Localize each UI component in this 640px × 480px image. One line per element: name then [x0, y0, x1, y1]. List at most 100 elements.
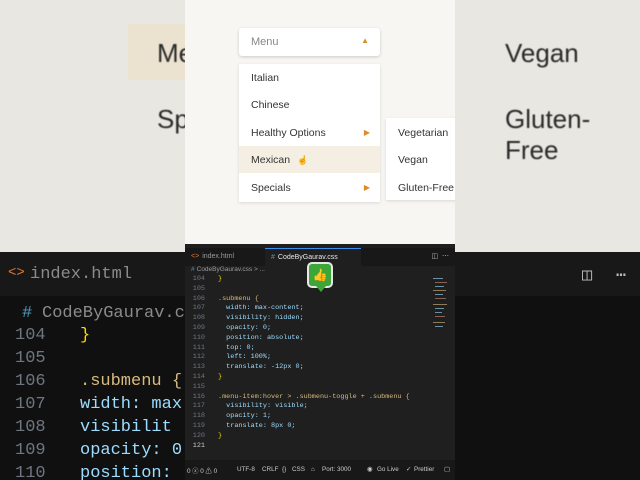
- language-indicator[interactable]: CSS: [292, 466, 305, 473]
- code-text: translate: -12px 0;: [218, 363, 304, 372]
- code-text: .menu-item:hover > .submenu-toggle + .su…: [218, 392, 410, 401]
- tab-actions: ◫ ⋯: [431, 248, 449, 266]
- code-line: 105: [185, 285, 455, 295]
- server-icon: ⌂: [311, 466, 315, 473]
- tab-label: index.html: [202, 253, 235, 260]
- code-text: }: [218, 275, 223, 283]
- menu-item-healthy-options[interactable]: Healthy Options ▶: [239, 119, 380, 146]
- line-number: 109: [192, 324, 205, 332]
- css-file-icon: #: [191, 266, 195, 273]
- code-line: 109 opacity: 0;: [185, 324, 455, 334]
- notifications-icon[interactable]: ▢: [444, 466, 450, 473]
- code-line: 116 .menu-item:hover > .submenu-toggle + …: [185, 393, 455, 403]
- minimap-line: [433, 322, 445, 323]
- code-text: position: absolute;: [218, 333, 304, 342]
- line-number: 112: [192, 353, 205, 362]
- minimap-line: [433, 304, 447, 305]
- go-live-button[interactable]: Go Live: [377, 466, 399, 473]
- more-actions-icon[interactable]: ⋯: [442, 253, 449, 260]
- menu-toggle-button[interactable]: Menu ▲: [239, 28, 380, 56]
- background-code-line: visibilit: [80, 418, 172, 437]
- background-more-icon: ⋯: [616, 267, 627, 286]
- minimap-line: [435, 294, 443, 295]
- code-text: opacity: 0;: [218, 324, 272, 332]
- background-line-number: 109: [15, 441, 46, 460]
- line-number: 117: [192, 402, 205, 411]
- breadcrumb[interactable]: # CodeByGaurav.css > ...: [191, 266, 265, 273]
- line-number: 108: [192, 314, 205, 323]
- code-line: 106 .submenu {: [185, 295, 455, 305]
- menu-item-label: Specials: [251, 182, 291, 194]
- code-text: visibility: hidden;: [218, 314, 304, 323]
- port-indicator[interactable]: Port: 3000: [322, 466, 351, 473]
- submenu-item-gluten-free[interactable]: Gluten-Free: [398, 182, 454, 194]
- code-line: 117 visibility: visible;: [185, 402, 455, 412]
- background-code-line: .submenu {: [80, 372, 183, 391]
- code-line: 115: [185, 383, 455, 393]
- menu-item-specials[interactable]: Specials ▶: [239, 174, 380, 201]
- minimap-line: [435, 312, 442, 313]
- menu-label: Menu: [251, 36, 279, 48]
- tab-label: CodeByGaurav.css: [277, 254, 338, 261]
- line-number: 104: [192, 275, 205, 283]
- css-file-icon: #: [271, 254, 275, 261]
- background-line-number: 106: [15, 372, 46, 391]
- code-text: opacity: 1;: [218, 412, 272, 421]
- background-line-number: 108: [15, 418, 46, 437]
- submenu-item-vegan[interactable]: Vegan: [398, 154, 428, 166]
- background-text-glutenfree: Gluten-Free: [505, 104, 591, 165]
- line-number: 118: [192, 412, 205, 421]
- menu-item-label: Mexican: [251, 154, 291, 166]
- menu-item-chinese[interactable]: Chinese: [239, 91, 380, 118]
- minimap-line: [435, 316, 445, 317]
- tab-index-html[interactable]: <> index.html: [185, 248, 271, 266]
- minimap-line: [435, 282, 447, 283]
- minimap-line: [433, 278, 443, 279]
- background-text-vegan: Vegan: [505, 38, 579, 68]
- chevron-right-icon: ▶: [363, 128, 370, 137]
- line-number: 120: [192, 431, 205, 440]
- line-number: 105: [192, 284, 205, 293]
- background-line-number: 104: [15, 326, 46, 345]
- minimap-line: [435, 286, 444, 287]
- encoding-indicator[interactable]: UTF-8: [237, 466, 255, 473]
- line-number: 114: [192, 373, 205, 381]
- code-line: 119 translate: 8px 0;: [185, 422, 455, 432]
- menu-item-mexican[interactable]: Mexican ☝: [239, 146, 380, 173]
- braces-icon: {}: [282, 466, 287, 473]
- background-line-number: 110: [15, 464, 46, 480]
- line-number: 116: [192, 392, 205, 401]
- menu-item-label: Chinese: [251, 99, 290, 111]
- menu-item-italian[interactable]: Italian: [239, 64, 380, 91]
- status-bar: 0 ⓧ 0 ⚠ 0 UTF-8 CRLF {} CSS ⌂ Port: 3000…: [185, 460, 455, 480]
- minimap-line: [435, 298, 446, 299]
- code-line: 114}: [185, 373, 455, 383]
- code-line: 110 position: absolute;: [185, 334, 455, 344]
- code-line: 111 top: 0;: [185, 344, 455, 354]
- minimap-line: [435, 308, 444, 309]
- line-number: 110: [192, 333, 205, 342]
- code-text: left: 100%;: [218, 353, 272, 362]
- code-line: 120}: [185, 432, 455, 442]
- code-line: 113 translate: -12px 0;: [185, 363, 455, 373]
- menu-item-label: Italian: [251, 72, 280, 84]
- caret-up-icon: ▲: [361, 36, 369, 45]
- minimap-line: [435, 326, 443, 327]
- background-line-number: 105: [15, 349, 46, 368]
- breadcrumb-text: CodeByGaurav.css > ...: [196, 266, 265, 273]
- code-editor: <> index.html # CodeByGaurav.css ◫ ⋯ # Code…: [185, 244, 455, 480]
- background-code-line: position:: [80, 464, 172, 480]
- background-code-line: width: max: [80, 395, 183, 414]
- split-editor-icon[interactable]: ◫: [431, 253, 438, 260]
- code-line: 118 opacity: 1;: [185, 412, 455, 422]
- hand-cursor-icon: ☝: [297, 155, 309, 165]
- background-code-line: }: [80, 326, 91, 345]
- submenu-item-vegetarian[interactable]: Vegetarian: [398, 127, 448, 139]
- minimap[interactable]: [433, 276, 449, 336]
- background-line-number: 107: [15, 395, 46, 414]
- eol-indicator[interactable]: CRLF: [262, 466, 278, 473]
- prettier-indicator[interactable]: Prettier: [414, 466, 434, 473]
- code-text: top: 0;: [218, 343, 255, 352]
- chevron-right-icon: ▶: [363, 183, 370, 192]
- problems-indicator[interactable]: 0 ⓧ 0 ⚠ 0: [187, 466, 217, 475]
